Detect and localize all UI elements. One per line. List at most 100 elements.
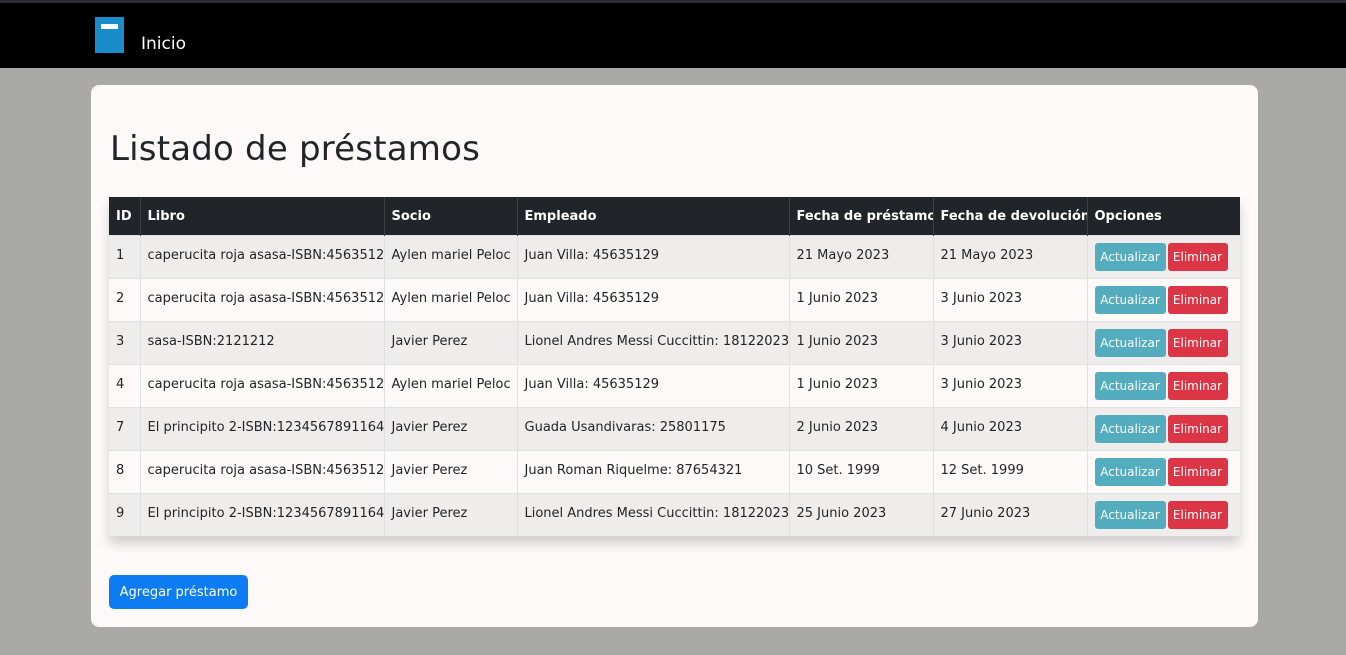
cell-socio: Javier Perez [384,493,518,536]
cell-fecha-prestamo: 2 Junio 2023 [789,407,934,451]
cell-socio-text: Javier Perez [391,505,468,521]
cell-fecha-devolucion: 3 Junio 2023 [933,321,1088,365]
cell-libro-text: caperucita roja asasa-ISBN:4563512 [147,462,384,478]
book-icon[interactable] [95,17,124,53]
cell-socio-text: Javier Perez [391,333,468,349]
cell-id: 9 [109,493,141,536]
update-button[interactable]: Actualizar [1094,458,1166,486]
header-opciones: Opciones [1087,197,1240,236]
delete-button[interactable]: Eliminar [1167,329,1228,357]
page-title: Listado de préstamos [110,129,481,169]
cell-fecha-devolucion-text: 27 Junio 2023 [940,505,1031,521]
cell-fecha-prestamo: 1 Junio 2023 [789,364,934,408]
table-header-row: ID Libro Socio Empleado Fecha de préstam… [109,197,1240,236]
nav-home-link[interactable]: Inicio [141,33,186,55]
cell-libro-text: caperucita roja asasa-ISBN:4563512 [147,290,384,306]
cell-opciones: Actualizar Eliminar [1087,407,1240,451]
update-button[interactable]: Actualizar [1094,329,1166,357]
cell-id: 7 [109,407,141,451]
delete-button[interactable]: Eliminar [1167,415,1228,443]
cell-opciones: Actualizar Eliminar [1087,278,1240,322]
cell-empleado: Juan Villa: 45635129 [517,364,790,408]
cell-fecha-prestamo-text: 10 Set. 1999 [796,462,880,478]
cell-fecha-devolucion: 4 Junio 2023 [933,407,1088,451]
navbar: Inicio [0,3,1346,68]
update-button[interactable]: Actualizar [1094,243,1166,271]
table-body: 1 caperucita roja asasa-ISBN:4563512 Ayl… [109,235,1240,536]
cell-id-text: 3 [116,333,125,349]
cell-empleado: Lionel Andres Messi Cuccittin: 18122023 [517,493,790,536]
cell-id-text: 7 [116,419,125,435]
cell-fecha-prestamo-text: 1 Junio 2023 [796,290,879,306]
cell-fecha-devolucion: 3 Junio 2023 [933,278,1088,322]
header-socio: Socio [384,197,518,236]
cell-empleado: Juan Roman Riquelme: 87654321 [517,450,790,494]
cell-libro-text: El principito 2-ISBN:1234567891164 [147,419,384,435]
cell-libro: caperucita roja asasa-ISBN:4563512 [140,235,385,279]
cell-empleado: Juan Villa: 45635129 [517,278,790,322]
add-loan-button[interactable]: Agregar préstamo [109,575,248,609]
cell-id-text: 2 [116,290,125,306]
header-libro: Libro [140,197,385,236]
cell-fecha-devolucion: 27 Junio 2023 [933,493,1088,536]
cell-empleado: Guada Usandivaras: 25801175 [517,407,790,451]
cell-id: 4 [109,364,141,408]
update-button[interactable]: Actualizar [1094,286,1166,314]
cell-fecha-devolucion-text: 21 Mayo 2023 [940,247,1034,263]
cell-empleado-text: Lionel Andres Messi Cuccittin: 18122023 [524,333,789,349]
update-button[interactable]: Actualizar [1094,372,1166,400]
cell-id-text: 4 [116,376,125,392]
cell-socio: Javier Perez [384,321,518,365]
cell-libro: sasa-ISBN:2121212 [140,321,385,365]
cell-id: 1 [109,235,141,279]
header-fecha-devolucion: Fecha de devolución [933,197,1088,236]
cell-socio-text: Aylen mariel Peloc [391,247,511,263]
cell-libro: caperucita roja asasa-ISBN:4563512 [140,278,385,322]
delete-button[interactable]: Eliminar [1167,372,1228,400]
cell-libro: caperucita roja asasa-ISBN:4563512 [140,364,385,408]
cell-socio: Aylen mariel Peloc [384,364,518,408]
cell-fecha-devolucion-text: 12 Set. 1999 [940,462,1024,478]
header-fecha-prestamo: Fecha de préstamo [789,197,934,236]
update-button[interactable]: Actualizar [1094,415,1166,443]
cell-libro: El principito 2-ISBN:1234567891164 [140,407,385,451]
cell-empleado-text: Juan Roman Riquelme: 87654321 [524,462,743,478]
cell-fecha-devolucion: 21 Mayo 2023 [933,235,1088,279]
cell-empleado: Lionel Andres Messi Cuccittin: 18122023 [517,321,790,365]
table-row: 1 caperucita roja asasa-ISBN:4563512 Ayl… [109,235,1240,279]
cell-libro-text: caperucita roja asasa-ISBN:4563512 [147,376,384,392]
cell-empleado-text: Guada Usandivaras: 25801175 [524,419,726,435]
cell-empleado-text: Lionel Andres Messi Cuccittin: 18122023 [524,505,789,521]
delete-button[interactable]: Eliminar [1167,286,1228,314]
update-button[interactable]: Actualizar [1094,501,1166,529]
cell-fecha-prestamo-text: 25 Junio 2023 [796,505,887,521]
cell-opciones: Actualizar Eliminar [1087,321,1240,365]
delete-button[interactable]: Eliminar [1167,501,1228,529]
cell-empleado-text: Juan Villa: 45635129 [524,247,660,263]
table-row: 8 caperucita roja asasa-ISBN:4563512 Jav… [109,450,1240,494]
cell-id-text: 1 [116,247,125,263]
cell-libro: caperucita roja asasa-ISBN:4563512 [140,450,385,494]
cell-id: 3 [109,321,141,365]
delete-button[interactable]: Eliminar [1167,243,1228,271]
cell-id-text: 9 [116,505,125,521]
cell-id: 2 [109,278,141,322]
cell-fecha-devolucion-text: 4 Junio 2023 [940,419,1023,435]
cell-fecha-devolucion: 3 Junio 2023 [933,364,1088,408]
cell-fecha-prestamo-text: 1 Junio 2023 [796,333,879,349]
cell-fecha-prestamo: 21 Mayo 2023 [789,235,934,279]
cell-socio: Aylen mariel Peloc [384,235,518,279]
cell-socio: Javier Perez [384,450,518,494]
cell-opciones: Actualizar Eliminar [1087,235,1240,279]
cell-socio: Aylen mariel Peloc [384,278,518,322]
cell-fecha-prestamo: 25 Junio 2023 [789,493,934,536]
cell-opciones: Actualizar Eliminar [1087,450,1240,494]
delete-button[interactable]: Eliminar [1167,458,1228,486]
table-row: 2 caperucita roja asasa-ISBN:4563512 Ayl… [109,278,1240,322]
cell-empleado-text: Juan Villa: 45635129 [524,376,660,392]
header-id: ID [109,197,141,236]
cell-empleado-text: Juan Villa: 45635129 [524,290,660,306]
main-card: Listado de préstamos ID Libro Socio Empl… [91,85,1258,627]
header-empleado: Empleado [517,197,790,236]
cell-empleado: Juan Villa: 45635129 [517,235,790,279]
